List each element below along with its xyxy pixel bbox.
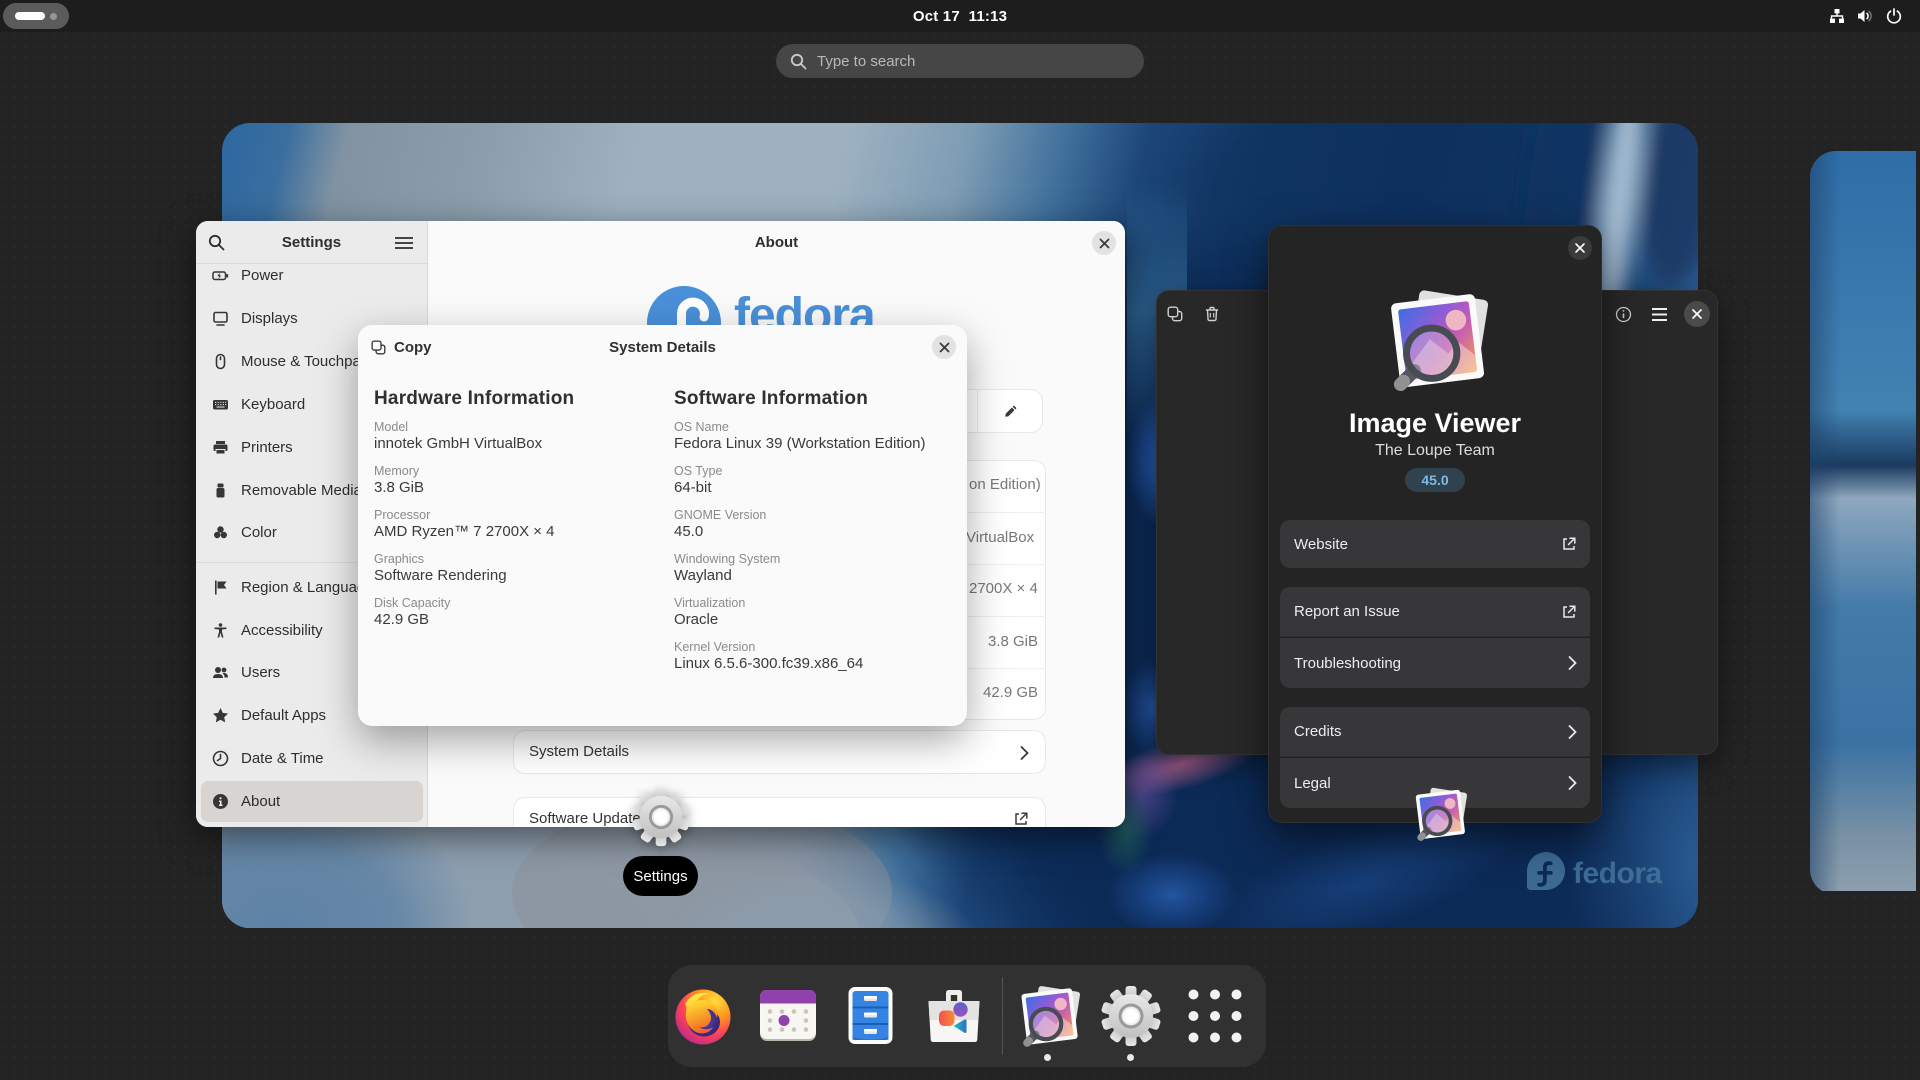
- svg-text:fedora: fedora: [734, 289, 876, 326]
- svg-text:fedora: fedora: [1573, 857, 1663, 890]
